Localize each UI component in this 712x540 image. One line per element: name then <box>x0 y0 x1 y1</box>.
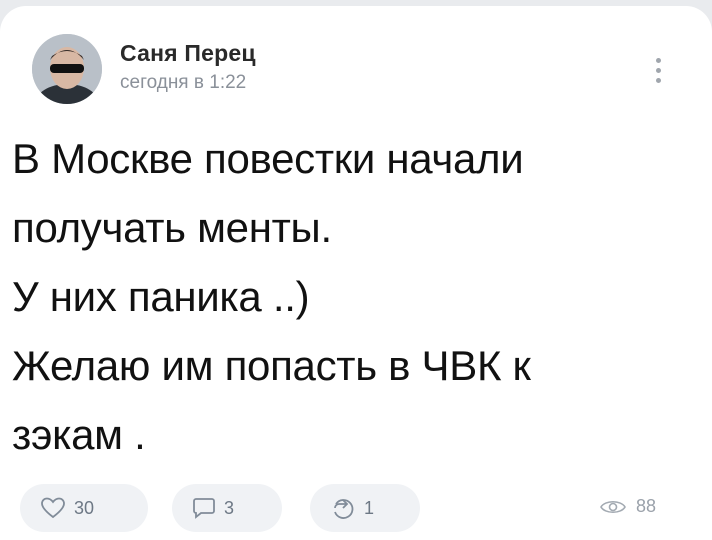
more-options-button[interactable] <box>646 46 670 94</box>
heart-icon <box>41 497 65 519</box>
post-time[interactable]: сегодня в 1:22 <box>120 72 246 94</box>
view-count: 88 <box>636 496 657 516</box>
view-counter: 88 <box>600 496 656 517</box>
more-vertical-icon <box>655 57 661 63</box>
comment-icon <box>193 498 215 519</box>
comment-count: 3 <box>224 497 235 518</box>
share-icon <box>334 499 354 519</box>
share-count: 1 <box>364 497 375 518</box>
post-card: Саня Перец сегодня в 1:22 В Москве повес… <box>0 6 712 540</box>
post-text-line: получать менты. <box>12 204 332 251</box>
comment-button[interactable]: 3 <box>172 484 282 532</box>
post-text-line: У них паника ..) <box>12 273 310 320</box>
eye-icon <box>600 500 626 513</box>
like-button[interactable]: 30 <box>20 484 148 532</box>
avatar-photo <box>32 34 102 104</box>
like-count: 30 <box>74 497 95 518</box>
post-text-line: зэкам . <box>12 411 146 458</box>
share-button[interactable]: 1 <box>310 484 420 532</box>
post-text-line: Желаю им попасть в ЧВК к <box>12 342 531 389</box>
avatar[interactable] <box>32 34 102 104</box>
post-text-line: В Москве повестки начали <box>12 135 524 182</box>
post-actions: 30 3 1 88 <box>0 484 712 536</box>
post-text: В Москве повестки начали получать менты.… <box>12 124 712 469</box>
author-name[interactable]: Саня Перец <box>120 40 256 67</box>
